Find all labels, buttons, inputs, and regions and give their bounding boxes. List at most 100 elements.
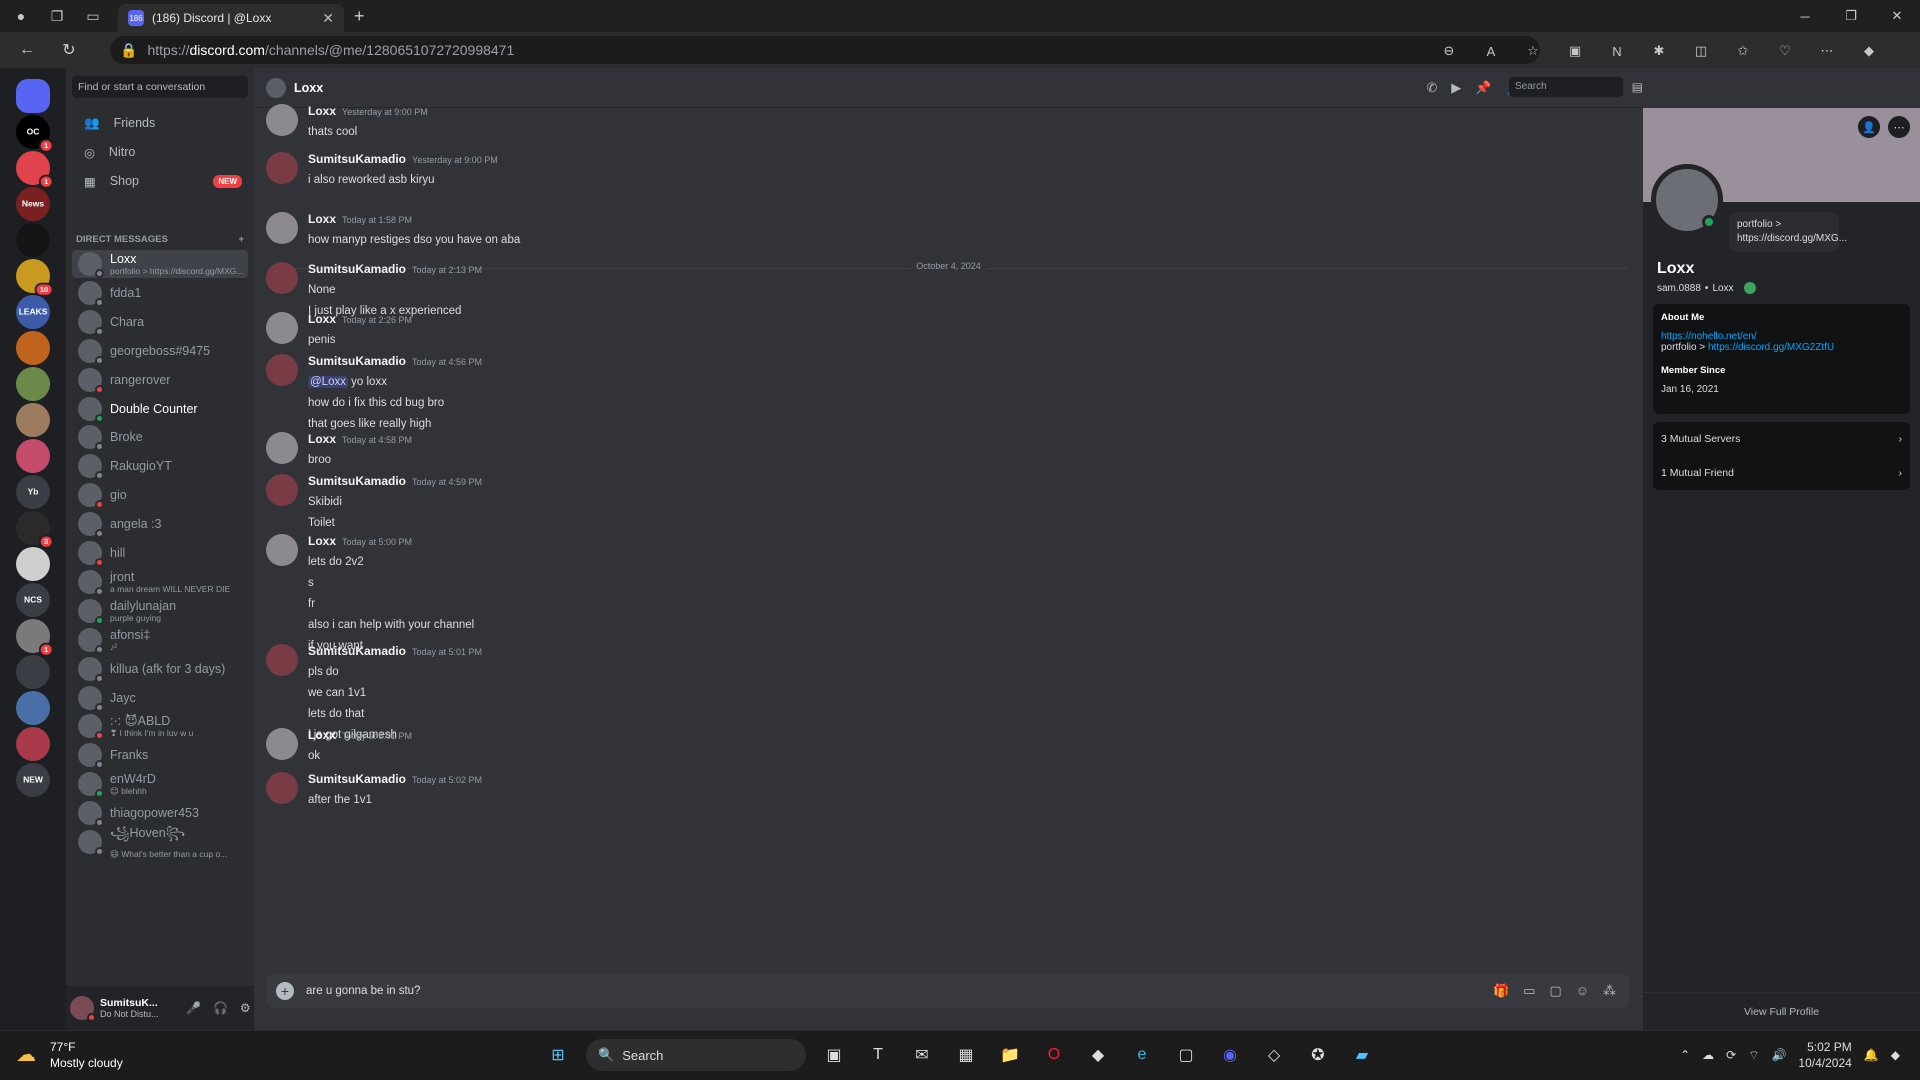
dm-item[interactable]: rangerover: [72, 366, 248, 394]
server-icon[interactable]: [16, 655, 50, 689]
server-icon[interactable]: 10: [16, 259, 54, 297]
server-icon[interactable]: [16, 691, 50, 725]
dm-item[interactable]: fdda1: [72, 279, 248, 307]
user-mention[interactable]: @Loxx: [308, 376, 348, 388]
show-hidden-icons-chevron-icon[interactable]: ⌃: [1680, 1048, 1690, 1062]
file-explorer-icon[interactable]: 📁: [994, 1039, 1026, 1071]
chat-search-input[interactable]: Search: [1509, 77, 1623, 97]
server-icon[interactable]: NCS: [16, 583, 50, 617]
message-avatar[interactable]: [266, 354, 298, 386]
server-icon[interactable]: [16, 727, 50, 761]
message-group[interactable]: Loxx Today at 1:58 PM how manyp restiges d…: [266, 212, 520, 251]
message-composer[interactable]: + are u gonna be in stu? 🎁 ▭ ▢ ☺ ⁂: [266, 974, 1630, 1008]
sync-icon[interactable]: ⟳: [1726, 1048, 1736, 1062]
message-input[interactable]: are u gonna be in stu?: [306, 985, 1481, 997]
dm-item[interactable]: enW4rD 😊 blehhh: [72, 770, 248, 799]
gift-icon[interactable]: 🎁: [1493, 983, 1509, 999]
taskbar-search[interactable]: 🔍 Search: [586, 1039, 806, 1071]
dm-item[interactable]: hill: [72, 539, 248, 567]
message-avatar[interactable]: [266, 474, 298, 506]
server-icon[interactable]: OC 1: [16, 115, 54, 153]
dm-item[interactable]: killua (afk for 3 days): [72, 655, 248, 683]
back-icon[interactable]: ←: [12, 41, 42, 59]
message-group[interactable]: Loxx Today at 2:26 PM penis: [266, 312, 412, 351]
favorite-star-icon[interactable]: ☆: [1524, 42, 1542, 60]
more-options-icon[interactable]: ⋯: [1818, 42, 1836, 60]
mutual-servers-row[interactable]: 3 Mutual Servers ›: [1653, 422, 1910, 456]
zoom-icon[interactable]: ⊖: [1440, 42, 1458, 60]
create-dm-icon[interactable]: +: [238, 234, 244, 245]
opera-icon[interactable]: O: [1038, 1039, 1070, 1071]
message-author[interactable]: SumitsuKamadio: [308, 644, 406, 658]
dm-item[interactable]: angela :3: [72, 510, 248, 539]
dm-item[interactable]: Double Counter: [72, 395, 248, 423]
mute-mic-icon[interactable]: 🎤: [186, 1001, 201, 1015]
message-author[interactable]: SumitsuKamadio: [308, 152, 406, 166]
server-icon[interactable]: [16, 331, 50, 365]
discord-home-icon[interactable]: [16, 79, 50, 113]
message-avatar[interactable]: [266, 212, 298, 244]
message-author[interactable]: Loxx: [308, 104, 336, 118]
restore-icon[interactable]: ❐: [1828, 0, 1874, 32]
read-aloud-icon[interactable]: A: [1482, 42, 1500, 60]
message-group[interactable]: Loxx Today at 4:58 PM broo: [266, 432, 412, 471]
server-icon[interactable]: 3: [16, 511, 54, 549]
server-icon[interactable]: 1: [16, 151, 54, 189]
server-icon[interactable]: [16, 547, 50, 581]
dm-item[interactable]: ꧁Hoven꧂ 😄 What's better than a cup o...: [72, 826, 248, 859]
profile-more-icon[interactable]: ⋯: [1888, 116, 1910, 138]
gif-icon[interactable]: ▭: [1523, 983, 1535, 999]
video-call-icon[interactable]: ▶: [1451, 80, 1461, 96]
teams-icon[interactable]: T: [862, 1039, 894, 1071]
message-author[interactable]: Loxx: [308, 534, 336, 548]
message-author[interactable]: SumitsuKamadio: [308, 772, 406, 786]
message-group[interactable]: SumitsuKamadio Today at 4:59 PM Skibidi Toi…: [266, 474, 482, 534]
message-group[interactable]: Loxx Today at 5:01 PM ok: [266, 728, 412, 767]
new-tab-icon[interactable]: +: [354, 6, 365, 27]
extensions-puzzle-icon[interactable]: ✱: [1650, 42, 1668, 60]
favorites-icon[interactable]: ✩: [1734, 42, 1752, 60]
message-avatar[interactable]: [266, 534, 298, 566]
url-field[interactable]: 🔒 https://discord.com/channels/@me/12806…: [110, 36, 1540, 64]
server-icon[interactable]: [16, 223, 50, 257]
sticker-icon[interactable]: ▢: [1549, 983, 1561, 999]
weather-widget[interactable]: ☁ 77°F Mostly cloudy: [16, 1039, 123, 1071]
server-icon[interactable]: [16, 403, 50, 437]
message-group[interactable]: SumitsuKamadio Today at 4:56 PM @Loxx yo l…: [266, 354, 482, 435]
message-avatar[interactable]: [266, 312, 298, 344]
message-group[interactable]: SumitsuKamadio Yesterday at 9:00 PM i also…: [266, 152, 498, 191]
roblox-icon[interactable]: ◆: [1082, 1039, 1114, 1071]
store-icon[interactable]: ▦: [950, 1039, 982, 1071]
tab-actions-icon[interactable]: ▭: [84, 7, 102, 25]
dm-item[interactable]: Broke: [72, 423, 248, 452]
headphones-icon[interactable]: 🎧: [213, 1001, 228, 1015]
server-icon[interactable]: Yb: [16, 475, 50, 509]
message-author[interactable]: SumitsuKamadio: [308, 354, 406, 368]
edge-icon[interactable]: e: [1126, 1039, 1158, 1071]
message-author[interactable]: Loxx: [308, 312, 336, 326]
message-author[interactable]: Loxx: [308, 212, 336, 226]
dm-item[interactable]: RakugioYT: [72, 452, 248, 481]
find-conversation-input[interactable]: Find or start a conversation: [72, 76, 248, 98]
server-icon[interactable]: [16, 439, 50, 473]
dm-item[interactable]: Loxx portfolio > https://discord.gg/MXG..…: [72, 250, 248, 278]
split-screen-icon[interactable]: ◫: [1692, 42, 1710, 60]
dm-item[interactable]: thiagopower453: [72, 799, 248, 828]
apps-icon[interactable]: ⁂: [1603, 983, 1616, 999]
extension-n-icon[interactable]: N: [1608, 42, 1626, 60]
wifi-icon[interactable]: ⌔: [1748, 1048, 1759, 1063]
server-icon[interactable]: [16, 367, 50, 401]
extension-icon[interactable]: ▣: [1566, 42, 1584, 60]
dm-item[interactable]: Jayc: [72, 684, 248, 712]
pinned-messages-icon[interactable]: 📌: [1475, 80, 1491, 96]
notifications-icon[interactable]: 🔔: [1864, 1048, 1879, 1062]
emoji-icon[interactable]: ☺: [1576, 983, 1589, 999]
volume-icon[interactable]: 🔊: [1771, 1048, 1786, 1062]
view-full-profile-button[interactable]: View Full Profile: [1643, 992, 1920, 1030]
message-group[interactable]: Loxx Today at 5:00 PM lets do 2v2 s fr also i…: [266, 534, 474, 657]
message-author[interactable]: Loxx: [308, 728, 336, 742]
browser-essentials-icon[interactable]: ♡: [1776, 42, 1794, 60]
message-avatar[interactable]: [266, 104, 298, 136]
voice-call-icon[interactable]: ✆: [1426, 80, 1437, 96]
browser-tab-discord[interactable]: 186 (186) Discord | @Loxx ✕: [118, 4, 344, 32]
